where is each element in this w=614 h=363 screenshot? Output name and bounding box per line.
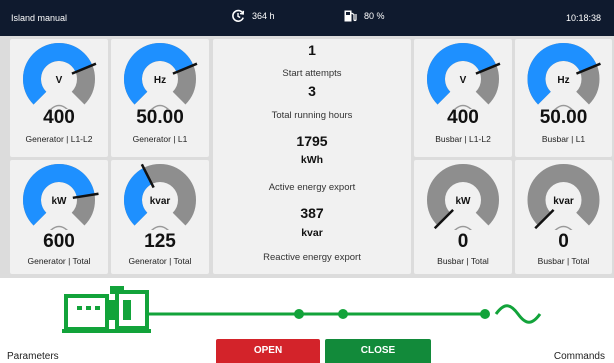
busbar-node[interactable]	[338, 309, 348, 319]
commands-link[interactable]: Commands	[554, 351, 605, 362]
generator-frequency-gauge[interactable]: Hz 50.00 Generator | L1	[111, 39, 209, 157]
gauge-dial: V	[427, 43, 501, 109]
gauge-dial: kvar	[124, 163, 196, 230]
open-breaker-button[interactable]: OPEN	[216, 339, 320, 363]
gauge-baseline	[454, 225, 472, 230]
fuel-level-value: 80 %	[364, 11, 385, 21]
active-energy-unit: kWh	[300, 154, 324, 166]
gauge-dial: kW	[427, 164, 499, 230]
running-hours-total-label: Total running hours	[271, 110, 353, 121]
gauge-value: 600	[43, 231, 75, 252]
gauge-caption: Generator | Total	[128, 256, 192, 266]
gauge-unit: Hz	[154, 75, 166, 86]
single-line-diagram: Parameters OPEN CLOSE Commands	[0, 278, 614, 363]
fuel-pump-icon	[344, 10, 357, 22]
reactive-energy-unit: kvar	[301, 227, 323, 239]
gauge-dial: Hz	[527, 43, 601, 109]
busbar-frequency-gauge[interactable]: Hz 50.00 Busbar | L1	[515, 39, 612, 157]
mains-node[interactable]	[480, 309, 490, 319]
ac-sine-icon	[494, 304, 542, 324]
gauge-dial: kW	[23, 164, 99, 230]
gauge-caption: Generator | L1-L2	[25, 134, 93, 144]
gauge-dial: kvar	[527, 164, 600, 230]
gauge-unit: kvar	[150, 196, 171, 207]
gauge-caption: Busbar | Total	[437, 256, 489, 266]
gauge-caption: Generator | L1	[132, 134, 188, 144]
genset-icon[interactable]	[62, 286, 151, 333]
running-hours-total-value: 3	[308, 83, 316, 99]
gauge-caption: Busbar | L1-L2	[435, 134, 491, 144]
gauge-caption: Generator | Total	[27, 256, 91, 266]
busbar-power-gauge[interactable]: kW 0 Busbar | Total	[414, 160, 512, 274]
gauge-value: 50.00	[539, 107, 588, 128]
reactive-energy-label: Reactive energy export	[263, 252, 361, 263]
start-attempts-label: Start attempts	[282, 68, 342, 79]
running-hours-indicator: 364 h	[231, 9, 275, 23]
reactive-energy-value: 387	[300, 205, 324, 221]
gauge-unit: Hz	[557, 75, 569, 86]
gauge-unit: kW	[52, 196, 68, 207]
gauge-value: 0	[457, 231, 469, 252]
generator-voltage-gauge[interactable]: V 400 Generator | L1-L2	[10, 39, 108, 157]
gauge-value: 400	[447, 107, 479, 128]
fuel-indicator: 80 %	[343, 9, 385, 23]
gauge-unit: kW	[456, 196, 472, 207]
start-attempts-value: 1	[308, 42, 316, 58]
gauge-value: 50.00	[136, 107, 184, 128]
status-bar: Island manual 364 h 80 % 10:18:38	[0, 0, 614, 36]
gauge-unit: kvar	[553, 196, 574, 207]
gauge-dial: Hz	[124, 43, 198, 109]
generator-breaker-node[interactable]	[294, 309, 304, 319]
active-energy-value: 1795	[296, 133, 328, 149]
running-hours-value: 364 h	[252, 11, 275, 21]
close-breaker-button[interactable]: CLOSE	[325, 339, 431, 363]
running-hours-icon	[232, 9, 245, 22]
gauge-baseline	[151, 225, 169, 230]
clock: 10:18:38	[565, 13, 601, 23]
gauge-baseline	[50, 225, 68, 230]
parameters-link[interactable]: Parameters	[7, 351, 59, 362]
gauge-caption: Busbar | Total	[537, 256, 590, 266]
statistics-panel: 1 Start attempts 3 Total running hours 1…	[213, 39, 411, 274]
gauge-value: 0	[558, 231, 569, 252]
gauge-baseline	[554, 225, 573, 230]
gauge-caption: Busbar | L1	[541, 134, 586, 144]
operating-mode: Island manual	[11, 13, 68, 23]
busbar-reactive-power-gauge[interactable]: kvar 0 Busbar | Total	[515, 160, 612, 274]
gauge-unit: V	[460, 75, 467, 86]
gauge-dial: V	[23, 43, 97, 109]
generator-reactive-power-gauge[interactable]: kvar 125 Generator | Total	[111, 160, 209, 274]
active-energy-label: Active energy export	[268, 182, 356, 193]
gauge-unit: V	[56, 75, 63, 86]
gauge-fill	[124, 167, 153, 226]
gauge-value: 400	[43, 107, 75, 128]
generator-power-gauge[interactable]: kW 600 Generator | Total	[10, 160, 108, 274]
gauge-value: 125	[144, 231, 176, 252]
diagram-canvas	[62, 286, 542, 333]
busbar-voltage-gauge[interactable]: V 400 Busbar | L1-L2	[414, 39, 512, 157]
